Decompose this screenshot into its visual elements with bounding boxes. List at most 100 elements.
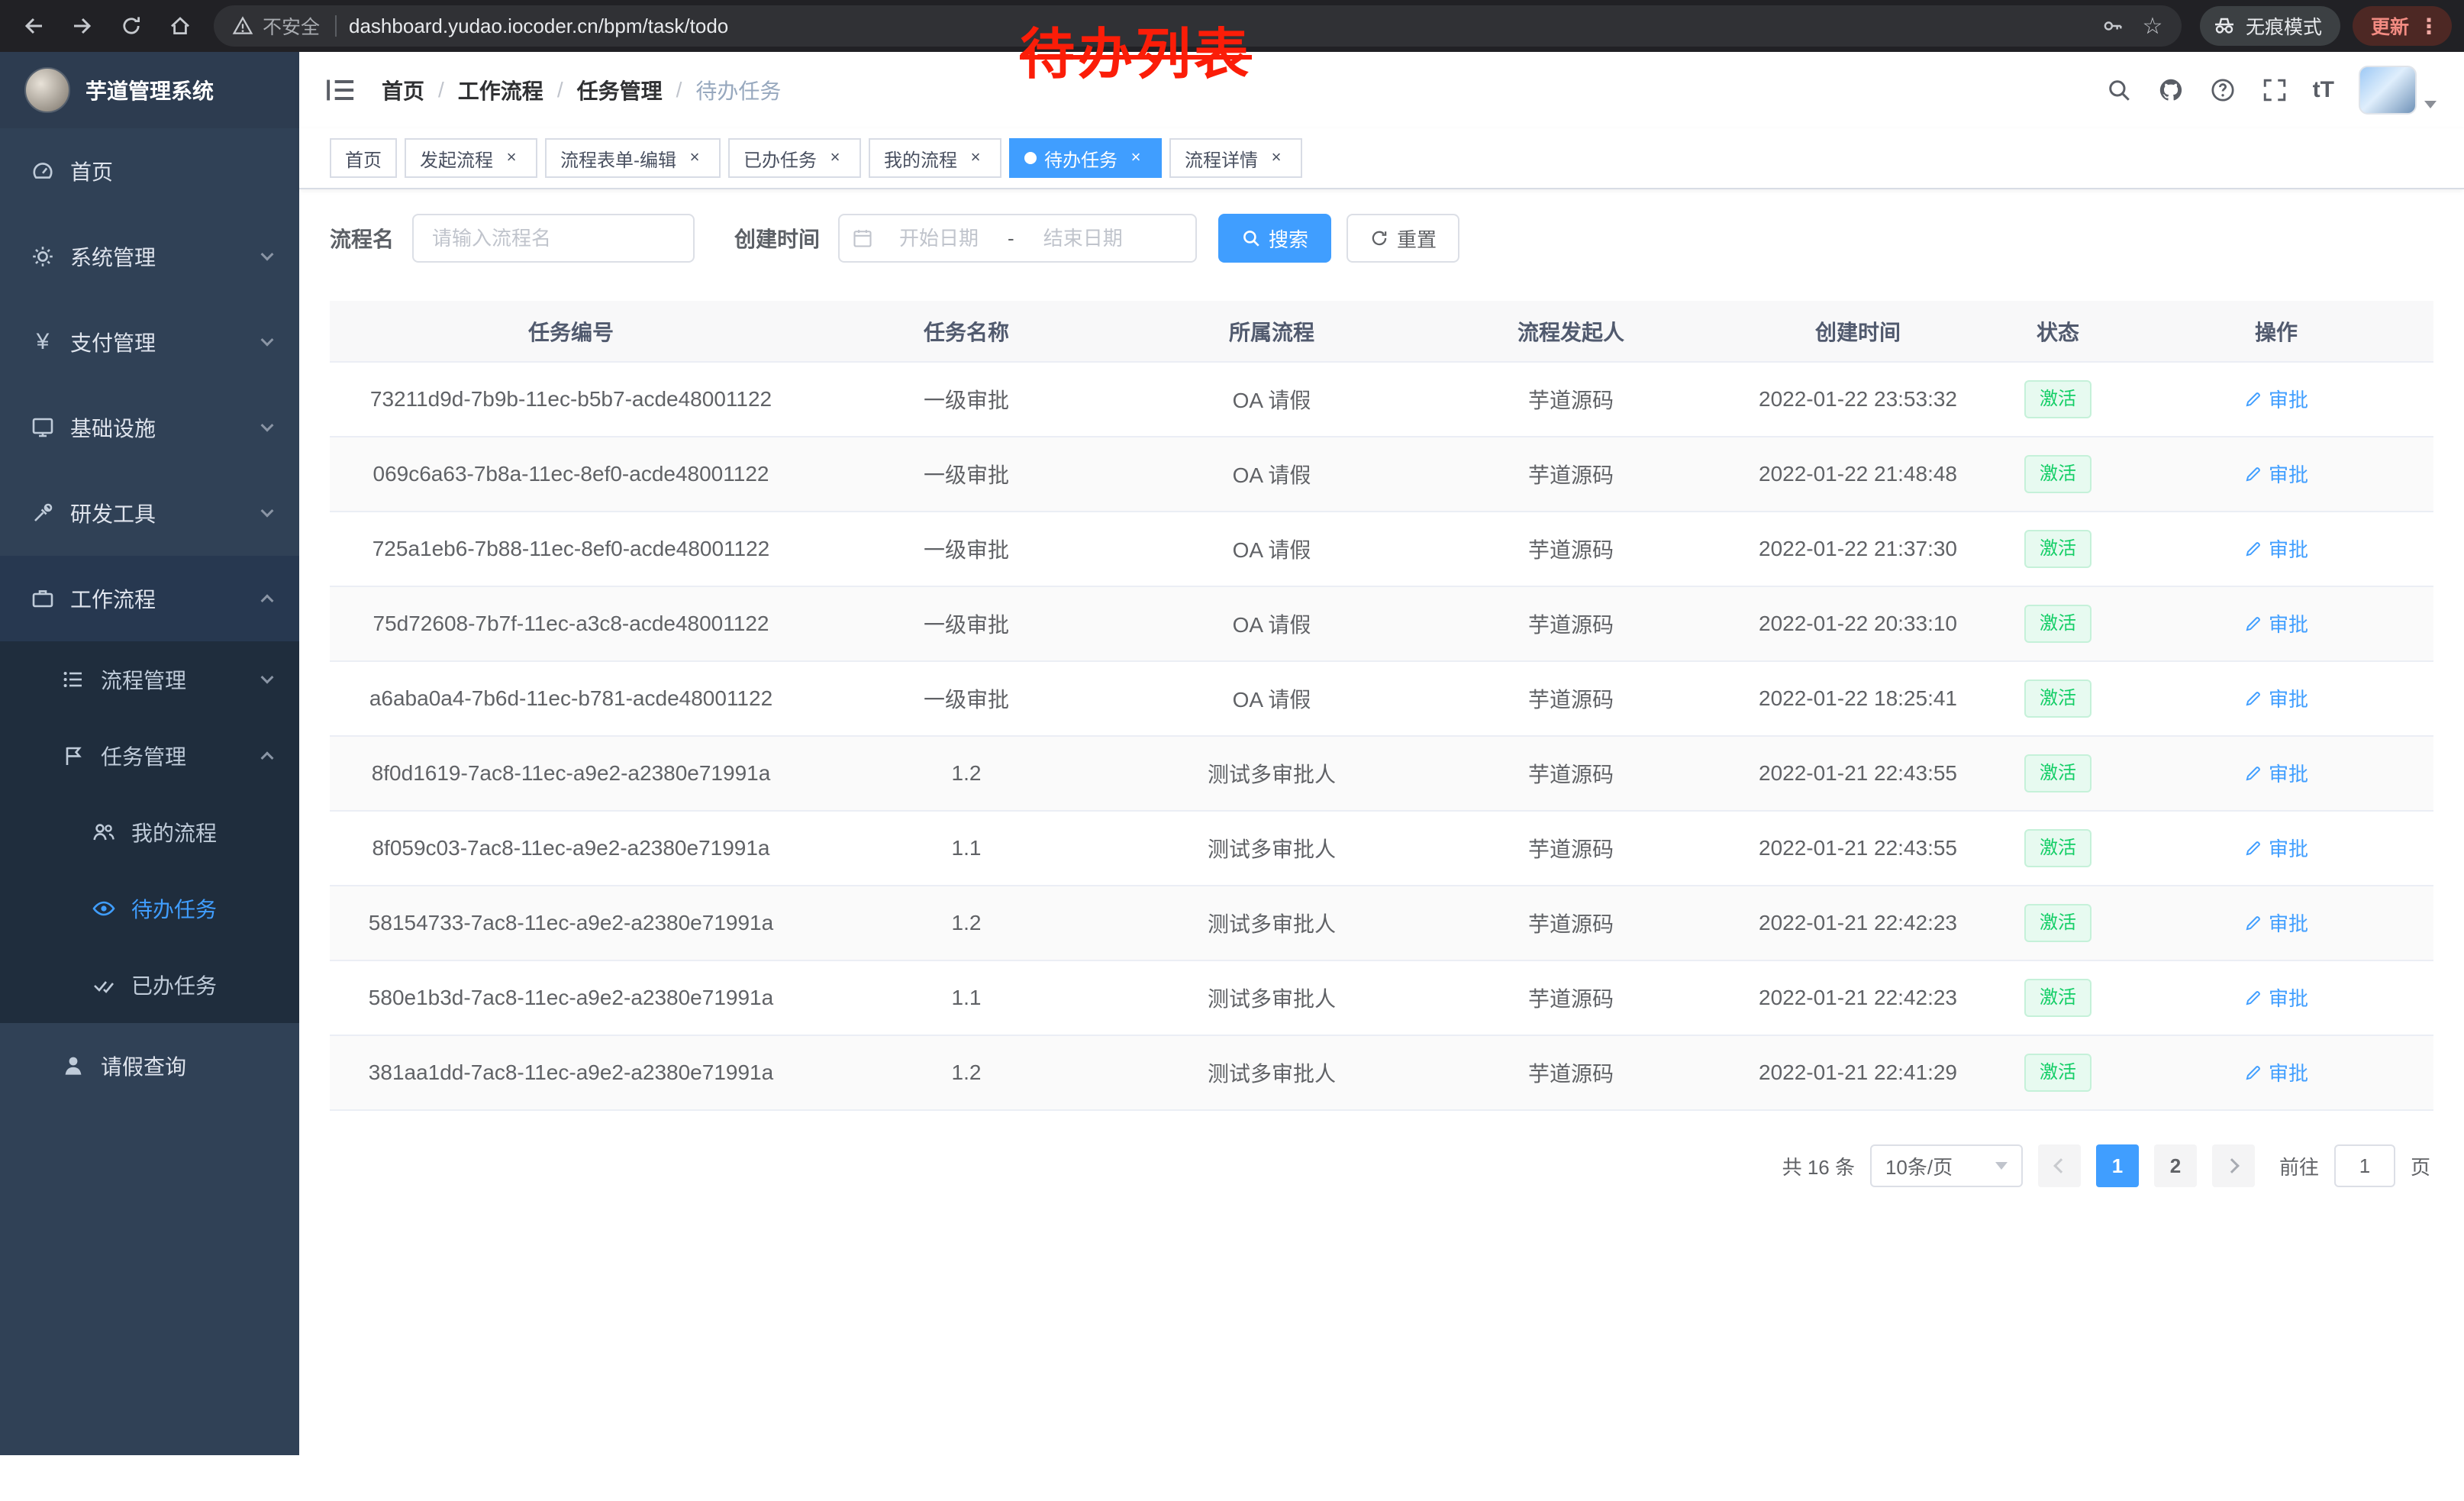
close-icon[interactable]: × bbox=[965, 147, 986, 169]
browser-nav bbox=[12, 5, 202, 47]
fullscreen-button[interactable] bbox=[2261, 76, 2288, 104]
page-button-1[interactable]: 1 bbox=[2096, 1144, 2139, 1187]
search-button[interactable] bbox=[2105, 76, 2133, 104]
logo-title: 芋道管理系统 bbox=[85, 75, 214, 105]
goto-page-input[interactable] bbox=[2334, 1144, 2395, 1187]
close-icon[interactable]: × bbox=[1125, 147, 1147, 169]
page-button-2[interactable]: 2 bbox=[2154, 1144, 2197, 1187]
close-icon[interactable]: × bbox=[501, 147, 522, 169]
table-row: 73211d9d-7b9b-11ec-b5b7-acde48001122 一级审… bbox=[330, 362, 2433, 437]
back-button[interactable] bbox=[12, 5, 55, 47]
start-date-input[interactable] bbox=[876, 227, 1001, 250]
sidebar-item-task-mgmt[interactable]: 任务管理 bbox=[0, 718, 299, 794]
search-button[interactable]: 搜索 bbox=[1218, 214, 1331, 263]
prev-page-button[interactable] bbox=[2038, 1144, 2081, 1187]
close-icon[interactable]: × bbox=[824, 147, 846, 169]
tab-start-process[interactable]: 发起流程× bbox=[405, 138, 537, 178]
close-icon[interactable]: × bbox=[1266, 147, 1287, 169]
breadcrumb-home[interactable]: 首页 bbox=[382, 75, 424, 105]
edit-icon bbox=[2244, 914, 2262, 932]
column-header-status: 状态 bbox=[1997, 301, 2119, 362]
process-name-input[interactable] bbox=[412, 214, 695, 263]
chevron-right-icon bbox=[2224, 1158, 2240, 1173]
sidebar-item-label: 基础设施 bbox=[70, 412, 156, 443]
github-button[interactable] bbox=[2157, 76, 2185, 104]
approve-link[interactable]: 审批 bbox=[2244, 534, 2308, 563]
hamburger-icon[interactable] bbox=[324, 73, 357, 107]
tab-done-tasks[interactable]: 已办任务× bbox=[728, 138, 861, 178]
sidebar-item-label: 工作流程 bbox=[70, 583, 156, 614]
sidebar-item-payment[interactable]: ¥ 支付管理 bbox=[0, 299, 299, 385]
cell-task-name: 1.1 bbox=[812, 960, 1121, 1035]
sidebar-item-workflow[interactable]: 工作流程 bbox=[0, 556, 299, 641]
chevron-down-icon bbox=[261, 248, 274, 261]
end-date-input[interactable] bbox=[1021, 227, 1146, 250]
approve-link[interactable]: 审批 bbox=[2244, 759, 2308, 787]
edit-icon bbox=[2244, 839, 2262, 857]
font-size-icon[interactable]: tT bbox=[2313, 77, 2334, 103]
tab-my-process[interactable]: 我的流程 × bbox=[869, 138, 1001, 178]
table-row: 75d72608-7b7f-11ec-a3c8-acde48001122 一级审… bbox=[330, 586, 2433, 661]
tab-label: 我的流程 bbox=[884, 145, 957, 172]
sidebar-item-infrastructure[interactable]: 基础设施 bbox=[0, 385, 299, 470]
reset-button[interactable]: 重置 bbox=[1346, 214, 1459, 263]
sidebar-item-leave-query[interactable]: 请假查询 bbox=[0, 1023, 299, 1109]
logo[interactable]: 芋道管理系统 bbox=[0, 52, 299, 128]
cell-starter: 芋道源码 bbox=[1423, 661, 1719, 736]
cell-process: OA 请假 bbox=[1121, 512, 1423, 586]
caret-down-icon bbox=[2424, 101, 2437, 108]
address-bar[interactable]: 不安全 dashboard.yudao.iocoder.cn/bpm/task/… bbox=[214, 5, 2182, 47]
chevron-down-icon bbox=[261, 671, 274, 684]
date-range-picker[interactable]: - bbox=[838, 214, 1197, 263]
breadcrumb-task-mgmt[interactable]: 任务管理 bbox=[577, 75, 663, 105]
tab-form-edit[interactable]: 流程表单-编辑× bbox=[545, 138, 721, 178]
cell-create-time: 2022-01-22 20:33:10 bbox=[1719, 586, 1997, 661]
goto-label: 前往 bbox=[2279, 1152, 2319, 1180]
cell-task-name: 一级审批 bbox=[812, 512, 1121, 586]
column-header-task-name: 任务名称 bbox=[812, 301, 1121, 362]
sidebar-item-home[interactable]: 首页 bbox=[0, 128, 299, 214]
password-key-button[interactable] bbox=[2093, 6, 2133, 46]
github-icon bbox=[2158, 77, 2184, 103]
page-size-select[interactable]: 10条/页 bbox=[1870, 1144, 2023, 1187]
approve-link[interactable]: 审批 bbox=[2244, 1058, 2308, 1086]
cell-task-name: 1.2 bbox=[812, 886, 1121, 960]
person-icon bbox=[61, 1054, 85, 1078]
forward-button[interactable] bbox=[61, 5, 104, 47]
breadcrumb-workflow[interactable]: 工作流程 bbox=[458, 75, 543, 105]
reload-button[interactable] bbox=[110, 5, 153, 47]
kebab-menu-icon[interactable]: ⋮ bbox=[2418, 14, 2440, 39]
sidebar-item-devtools[interactable]: 研发工具 bbox=[0, 470, 299, 556]
sidebar-item-my-process[interactable]: 我的流程 bbox=[0, 794, 299, 870]
approve-link[interactable]: 审批 bbox=[2244, 909, 2308, 937]
tab-todo-tasks[interactable]: 待办任务× bbox=[1009, 138, 1162, 178]
update-button[interactable]: 更新 ⋮ bbox=[2353, 6, 2452, 46]
next-page-button[interactable] bbox=[2212, 1144, 2255, 1187]
sidebar-item-process-mgmt[interactable]: 流程管理 bbox=[0, 641, 299, 718]
sidebar-item-system[interactable]: 系统管理 bbox=[0, 214, 299, 299]
edit-icon bbox=[2244, 989, 2262, 1007]
column-header-task-id: 任务编号 bbox=[330, 301, 812, 362]
approve-link[interactable]: 审批 bbox=[2244, 983, 2308, 1012]
approve-link[interactable]: 审批 bbox=[2244, 385, 2308, 413]
user-menu[interactable] bbox=[2359, 66, 2437, 115]
edit-icon bbox=[2244, 764, 2262, 783]
close-icon[interactable]: × bbox=[684, 147, 705, 169]
tab-process-detail[interactable]: 流程详情× bbox=[1169, 138, 1302, 178]
sidebar-item-todo-tasks[interactable]: 待办任务 bbox=[0, 870, 299, 947]
bookmark-button[interactable]: ☆ bbox=[2133, 6, 2172, 46]
approve-link[interactable]: 审批 bbox=[2244, 834, 2308, 862]
omnibox-divider bbox=[335, 15, 337, 37]
cell-task-id: 58154733-7ac8-11ec-a9e2-a2380e71991a bbox=[330, 886, 812, 960]
approve-link[interactable]: 审批 bbox=[2244, 684, 2308, 712]
incognito-icon bbox=[2212, 14, 2237, 38]
table-row: 381aa1dd-7ac8-11ec-a9e2-a2380e71991a 1.2… bbox=[330, 1035, 2433, 1110]
tab-home[interactable]: 首页 bbox=[330, 138, 397, 178]
home-button[interactable] bbox=[159, 5, 202, 47]
approve-link[interactable]: 审批 bbox=[2244, 609, 2308, 638]
security-label: 不安全 bbox=[263, 12, 320, 40]
help-button[interactable] bbox=[2209, 76, 2237, 104]
approve-link[interactable]: 审批 bbox=[2244, 460, 2308, 488]
sidebar-item-done-tasks[interactable]: 已办任务 bbox=[0, 947, 299, 1023]
sidebar-item-label: 任务管理 bbox=[101, 741, 186, 771]
